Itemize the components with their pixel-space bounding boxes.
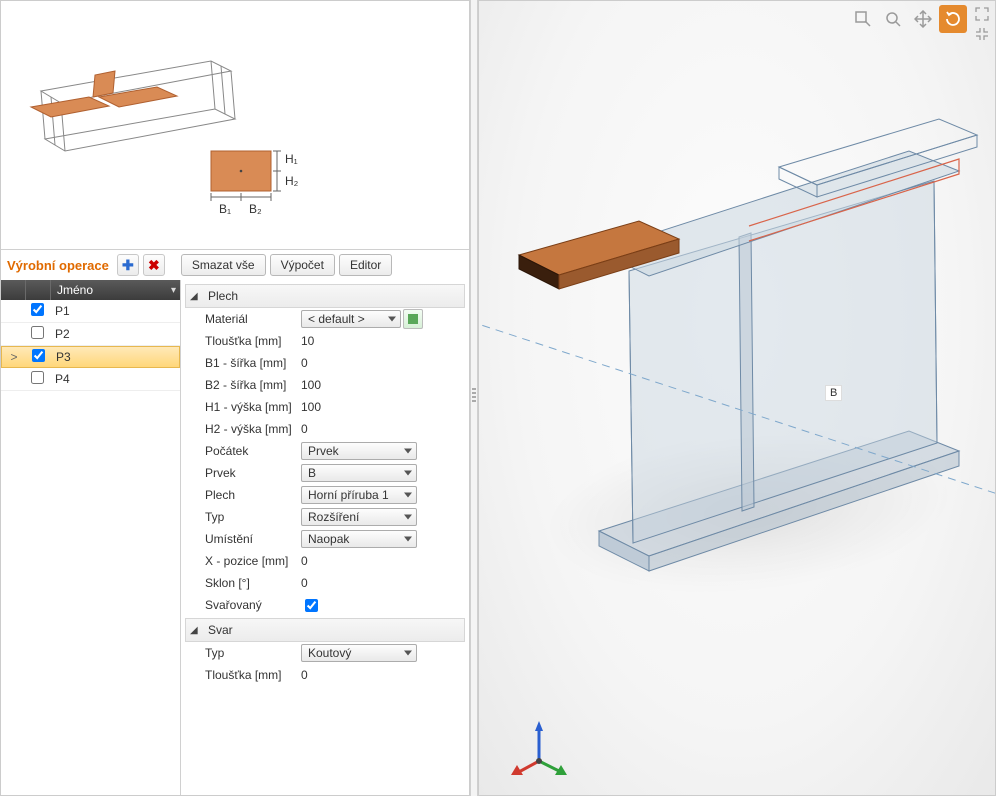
- material-manager-icon[interactable]: [403, 309, 423, 329]
- left-panel: H₁ H₂ B₁ B₂ Výrobní operace ✚ ✖ Smazat v…: [0, 0, 470, 796]
- prop-welded: Svařovaný: [185, 594, 465, 616]
- pan-icon[interactable]: [909, 5, 937, 33]
- diagram-zone: H₁ H₂ B₁ B₂: [1, 1, 469, 250]
- filter-icon[interactable]: ▾: [171, 285, 176, 296]
- row-name: P2: [49, 327, 180, 341]
- h1-value[interactable]: 100: [301, 400, 465, 414]
- prop-location: Umístění Naopak: [185, 528, 465, 550]
- prop-type: Typ Rozšíření: [185, 506, 465, 528]
- viewport[interactable]: B: [478, 0, 996, 796]
- list-header-label: Jméno: [57, 283, 93, 297]
- origin-combo[interactable]: Prvek: [301, 442, 417, 460]
- prop-b2: B2 - šířka [mm] 100: [185, 374, 465, 396]
- editor-button[interactable]: Editor: [339, 254, 392, 276]
- ops-title: Výrobní operace: [7, 258, 109, 273]
- type-combo[interactable]: Rozšíření: [301, 508, 417, 526]
- prop-h1: H1 - výška [mm] 100: [185, 396, 465, 418]
- prop-member: Prvek B: [185, 462, 465, 484]
- svg-text:B₂: B₂: [249, 202, 262, 216]
- group-plate[interactable]: ◢ Plech: [185, 284, 465, 308]
- location-combo[interactable]: Naopak: [301, 530, 417, 548]
- row-checkbox-cell: [25, 303, 49, 319]
- viewport-toolbar: [849, 5, 991, 43]
- prop-thickness: Tloušťka [mm] 10: [185, 330, 465, 352]
- row-indicator: >: [2, 350, 26, 364]
- weld-thk-value[interactable]: 0: [301, 668, 465, 682]
- prop-material: Materiál < default >: [185, 308, 465, 330]
- list-row[interactable]: > P3: [1, 346, 180, 368]
- prop-origin: Počátek Prvek: [185, 440, 465, 462]
- prop-weld-thk: Tloušťka [mm] 0: [185, 664, 465, 686]
- row-checkbox[interactable]: [31, 326, 44, 339]
- group-weld[interactable]: ◢ Svar: [185, 618, 465, 642]
- b2-value[interactable]: 100: [301, 378, 465, 392]
- zoom-icon[interactable]: [879, 5, 907, 33]
- list-row[interactable]: P4: [1, 368, 180, 391]
- list-row[interactable]: P2: [1, 323, 180, 346]
- remove-button[interactable]: ✖: [143, 254, 165, 276]
- x-icon: ✖: [148, 258, 160, 272]
- plus-icon: ✚: [122, 258, 134, 272]
- list-header: Jméno ▾: [1, 280, 180, 300]
- prop-h2: H2 - výška [mm] 0: [185, 418, 465, 440]
- row-checkbox-cell: [26, 349, 50, 365]
- row-name: P4: [49, 372, 180, 386]
- prop-plate: Plech Horní příruba 1: [185, 484, 465, 506]
- row-checkbox[interactable]: [31, 371, 44, 384]
- row-checkbox[interactable]: [31, 303, 44, 316]
- property-grid: ◢ Plech Materiál < default > Tloušťka [m…: [181, 280, 469, 795]
- material-combo[interactable]: < default >: [301, 310, 401, 328]
- svg-text:B₁: B₁: [219, 202, 231, 216]
- disclosure-icon: ◢: [190, 291, 202, 302]
- delete-all-button[interactable]: Smazat vše: [181, 254, 266, 276]
- b1-value[interactable]: 0: [301, 356, 465, 370]
- row-name: P1: [49, 304, 180, 318]
- calculate-button[interactable]: Výpočet: [270, 254, 335, 276]
- row-checkbox[interactable]: [32, 349, 45, 362]
- expand-icon[interactable]: [973, 5, 991, 23]
- x-value[interactable]: 0: [301, 554, 465, 568]
- prop-x: X - pozice [mm] 0: [185, 550, 465, 572]
- axis-gizmo: [509, 719, 569, 779]
- h2-value[interactable]: 0: [301, 422, 465, 436]
- row-checkbox-cell: [25, 371, 49, 387]
- zoom-window-icon[interactable]: [849, 5, 877, 33]
- prop-b1: B1 - šířka [mm] 0: [185, 352, 465, 374]
- collapse-icon[interactable]: [973, 25, 991, 43]
- welded-checkbox[interactable]: [305, 599, 318, 612]
- splitter[interactable]: [470, 0, 478, 796]
- prop-slope: Sklon [°] 0: [185, 572, 465, 594]
- slope-value[interactable]: 0: [301, 576, 465, 590]
- member-label-b: B: [825, 385, 842, 401]
- add-button[interactable]: ✚: [117, 254, 139, 276]
- prop-weld-type: Typ Koutový: [185, 642, 465, 664]
- member-combo[interactable]: B: [301, 464, 417, 482]
- svg-text:H₂: H₂: [285, 174, 299, 188]
- list-row[interactable]: P1: [1, 300, 180, 323]
- thickness-value[interactable]: 10: [301, 334, 465, 348]
- svg-text:H₁: H₁: [285, 152, 298, 166]
- row-name: P3: [50, 350, 179, 364]
- disclosure-icon: ◢: [190, 625, 202, 636]
- ops-toolbar: Výrobní operace ✚ ✖ Smazat vše Výpočet E…: [1, 250, 469, 280]
- weld-type-combo[interactable]: Koutový: [301, 644, 417, 662]
- rotate-icon[interactable]: [939, 5, 967, 33]
- plate-combo[interactable]: Horní příruba 1: [301, 486, 417, 504]
- operation-list: Jméno ▾ P1 P2 > P3 P4: [1, 280, 181, 795]
- row-checkbox-cell: [25, 326, 49, 342]
